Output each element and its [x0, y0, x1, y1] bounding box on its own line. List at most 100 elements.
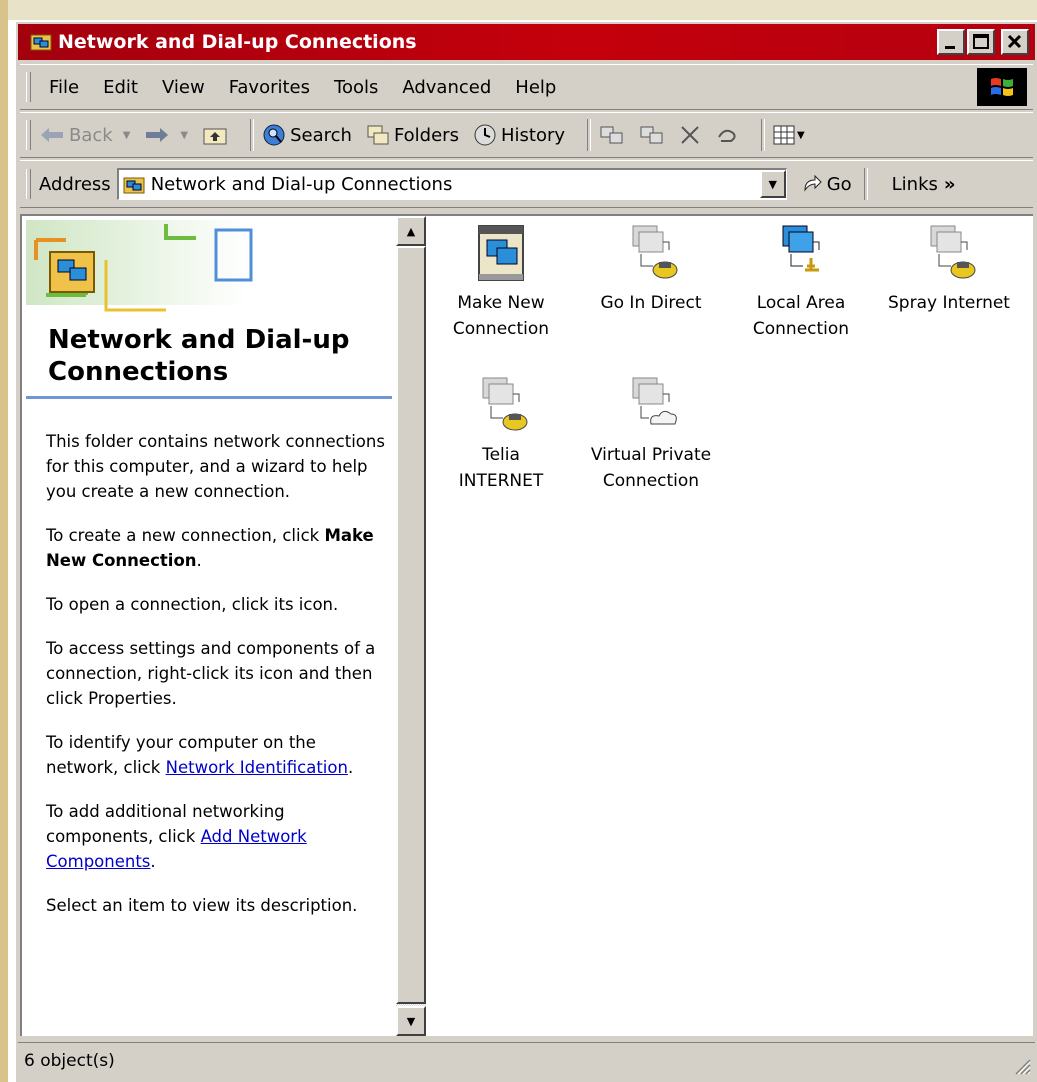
local-area-connection-item[interactable]: Local Area Connection: [726, 222, 876, 342]
pane-description: This folder contains network connections…: [46, 429, 391, 937]
delete-icon: [681, 126, 699, 144]
scrollbar-thumb[interactable]: [396, 246, 426, 1004]
search-label: Search: [290, 124, 352, 146]
explorer-window: Network and Dial-up Connections File Edi…: [14, 20, 1037, 1082]
item-label: Telia: [482, 445, 520, 465]
history-icon: [474, 124, 496, 146]
description-text: .: [196, 551, 202, 570]
description-text: .: [150, 852, 156, 871]
minimize-icon: [945, 46, 955, 49]
menubar-grip[interactable]: [26, 72, 31, 102]
telia-internet-item[interactable]: Telia INTERNET: [426, 374, 576, 494]
toolbar-separator: [587, 119, 592, 151]
search-button[interactable]: Search: [262, 123, 352, 147]
address-label: Address: [39, 173, 111, 195]
back-dropdown-icon[interactable]: ▼: [123, 130, 131, 141]
undo-icon: [718, 129, 736, 142]
item-label: Go In Direct: [600, 293, 702, 313]
menu-edit[interactable]: Edit: [93, 77, 152, 98]
views-button[interactable]: ▼: [773, 125, 805, 145]
scroll-up-button[interactable]: ▲: [396, 216, 426, 246]
views-dropdown-icon[interactable]: ▼: [797, 130, 805, 141]
network-folder-icon: [30, 34, 52, 51]
address-bar: Address Network and Dial-up Connections …: [20, 160, 1033, 208]
search-icon: [263, 124, 285, 146]
item-label: Virtual Private: [590, 445, 712, 465]
menu-file[interactable]: File: [39, 77, 93, 98]
title-bar[interactable]: Network and Dial-up Connections: [18, 24, 1035, 60]
window-title: Network and Dial-up Connections: [58, 31, 417, 53]
address-dropdown-button[interactable]: ▼: [759, 170, 786, 198]
folders-icon: [367, 125, 389, 145]
desktop-edge: [0, 0, 8, 1082]
toolbar-separator: [761, 119, 766, 151]
left-pane-scrollbar[interactable]: ▲ ▼: [396, 216, 426, 1036]
delete-button[interactable]: [679, 124, 701, 146]
undo-button[interactable]: [715, 125, 739, 145]
toolbar-separator: [863, 168, 868, 200]
back-button[interactable]: Back ▼: [39, 125, 130, 146]
chevron-down-icon: ▼: [768, 177, 777, 191]
chevron-right-icon: »: [943, 173, 956, 195]
go-button[interactable]: Go: [801, 174, 852, 195]
description-text: .: [347, 758, 354, 777]
minimize-button[interactable]: [937, 29, 965, 55]
up-folder-button[interactable]: [202, 124, 228, 146]
menu-advanced[interactable]: Advanced: [392, 77, 505, 98]
copy-to-button[interactable]: [639, 124, 665, 146]
description-paragraph: To identify your computer on the network…: [46, 730, 391, 780]
forward-dropdown-icon[interactable]: ▼: [180, 130, 188, 141]
address-value: Network and Dial-up Connections: [150, 174, 453, 195]
move-to-button[interactable]: [599, 124, 625, 146]
copy-to-icon: [640, 126, 663, 144]
network-identification-link[interactable]: Network Identification: [166, 758, 348, 777]
move-to-icon: [600, 126, 623, 144]
toolbar-separator: [250, 119, 255, 151]
item-label: Local Area: [756, 293, 846, 313]
links-button[interactable]: Links »: [892, 174, 956, 195]
views-grid-icon: [773, 125, 795, 145]
close-icon: [1007, 34, 1022, 49]
address-input[interactable]: Network and Dial-up Connections ▼: [116, 168, 787, 200]
description-text: To create a new connection, click: [46, 526, 320, 545]
up-folder-icon: [203, 128, 227, 145]
menu-bar: File Edit View Favorites Tools Advanced …: [20, 64, 1033, 110]
links-label: Links: [891, 173, 938, 195]
virtual-private-connection-item[interactable]: Virtual Private Connection: [576, 374, 726, 494]
scroll-down-button[interactable]: ▼: [396, 1006, 426, 1036]
history-button[interactable]: History: [473, 123, 565, 147]
web-view-pane: Network and Dial-up Connections This fol…: [22, 216, 394, 1036]
resize-grip-icon[interactable]: [1013, 1057, 1031, 1075]
background-window-strip: [8, 0, 1037, 20]
description-paragraph: To open a connection, click its icon.: [46, 595, 339, 614]
forward-button[interactable]: ▼: [144, 125, 188, 145]
maximize-button[interactable]: [967, 29, 995, 55]
menu-help[interactable]: Help: [505, 77, 570, 98]
addressbar-grip[interactable]: [26, 169, 31, 199]
network-banner-icon: [26, 220, 253, 312]
menu-tools[interactable]: Tools: [324, 77, 392, 98]
maximize-icon: [973, 34, 989, 49]
make-new-connection-item[interactable]: Make New Connection: [426, 222, 576, 342]
menu-favorites[interactable]: Favorites: [219, 77, 324, 98]
spray-internet-item[interactable]: Spray Internet: [874, 222, 1024, 316]
folders-button[interactable]: Folders: [366, 124, 459, 146]
go-arrow-icon: [804, 174, 822, 192]
object-count: 6 object(s): [24, 1050, 115, 1071]
description-paragraph: To access settings and components of a c…: [46, 639, 376, 708]
lan-connection-icon: [782, 225, 820, 272]
description-paragraph: To add additional networking components,…: [46, 799, 391, 874]
back-label: Back: [69, 124, 113, 146]
toolbar-grip[interactable]: [26, 120, 31, 150]
menu-view[interactable]: View: [152, 77, 219, 98]
item-label: Connection: [452, 319, 550, 339]
windows-logo-icon: [977, 68, 1027, 106]
description-paragraph: To create a new connection, click Make N…: [46, 523, 391, 573]
dialup-connection-icon: [632, 225, 678, 279]
close-button[interactable]: [1001, 29, 1029, 55]
main-content: Network and Dial-up Connections This fol…: [20, 214, 1033, 1036]
back-arrow-icon: [41, 128, 63, 142]
vpn-connection-icon: [632, 377, 677, 425]
pane-title-divider: [26, 396, 392, 399]
go-in-direct-item[interactable]: Go In Direct: [576, 222, 726, 316]
